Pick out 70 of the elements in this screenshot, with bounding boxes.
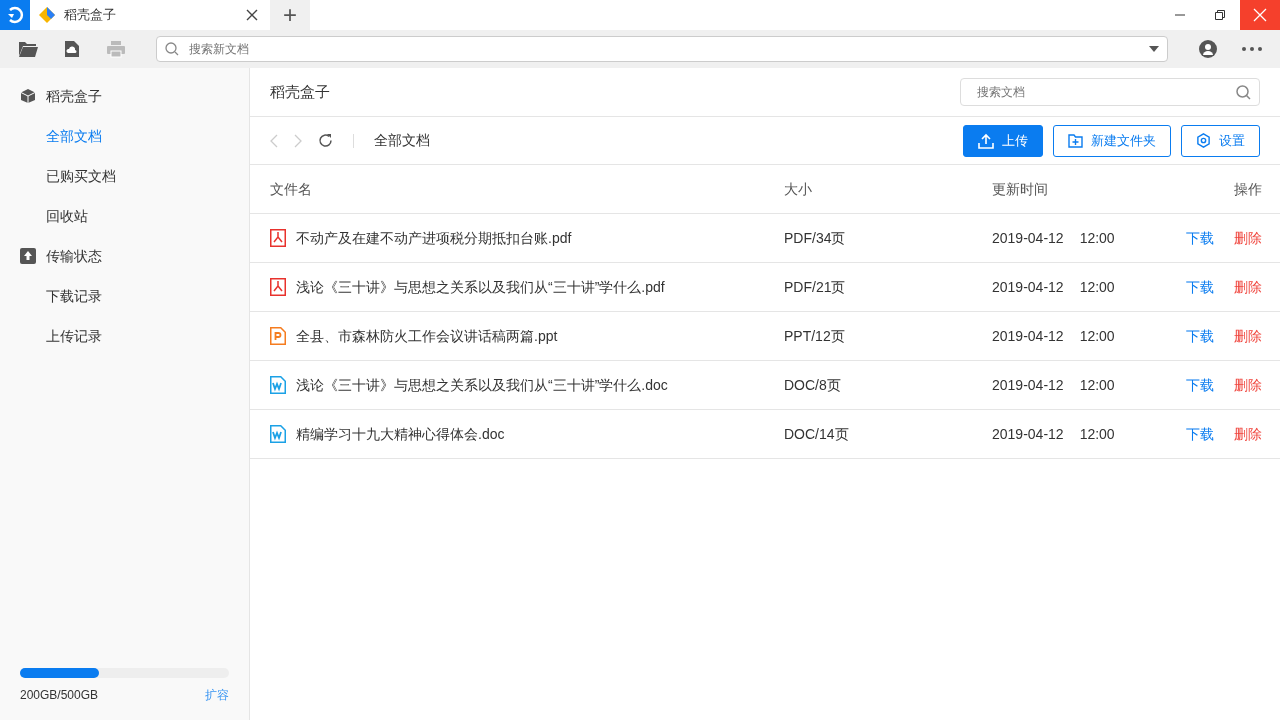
- expand-storage-link[interactable]: 扩容: [205, 686, 229, 704]
- word-file-icon: [270, 425, 286, 443]
- sidebar-group-title: 传输状态: [46, 246, 102, 266]
- sidebar-item[interactable]: 下载记录: [0, 276, 249, 316]
- dropdown-caret-icon[interactable]: [1149, 46, 1159, 52]
- update-date: 2019-04-12: [992, 326, 1064, 346]
- delete-link[interactable]: 删除: [1234, 276, 1262, 298]
- download-link[interactable]: 下载: [1186, 423, 1214, 445]
- column-header: 操作: [1234, 179, 1262, 199]
- upload-icon: [978, 132, 994, 149]
- tab-title: 稻壳盒子: [64, 6, 117, 25]
- delete-link[interactable]: 删除: [1234, 325, 1262, 347]
- file-name[interactable]: 不动产及在建不动产进项税分期抵扣台账.pdf: [296, 227, 572, 249]
- new-tab-button[interactable]: +: [270, 0, 310, 30]
- update-date: 2019-04-12: [992, 228, 1064, 248]
- update-date: 2019-04-12: [992, 277, 1064, 297]
- update-date: 2019-04-12: [992, 375, 1064, 395]
- file-size: PPT/12页: [784, 327, 845, 344]
- refresh-icon[interactable]: [318, 133, 333, 148]
- settings-button[interactable]: 设置: [1181, 124, 1260, 157]
- update-time: 12:00: [1079, 228, 1115, 248]
- column-header: 更新时间: [992, 180, 1048, 197]
- delete-link[interactable]: 删除: [1234, 423, 1262, 445]
- settings-icon: [1196, 133, 1211, 148]
- app-logo-icon[interactable]: [0, 0, 30, 30]
- folder-button[interactable]: 新建文件夹: [1053, 124, 1171, 157]
- file-name[interactable]: 精编学习十九大精神心得体会.doc: [296, 423, 505, 445]
- delete-link[interactable]: 删除: [1234, 227, 1262, 249]
- pdf-file-icon: [270, 278, 286, 296]
- column-header: 大小: [784, 180, 812, 197]
- file-name[interactable]: 浅论《三十讲》与思想之关系以及我们从“三十讲”学什么.pdf: [296, 276, 665, 298]
- download-link[interactable]: 下载: [1186, 374, 1214, 396]
- search-input[interactable]: 搜索文档: [975, 82, 1236, 102]
- upload-button[interactable]: 上传: [963, 124, 1043, 157]
- pdf-file-icon: [270, 229, 286, 247]
- file-size: PDF/34页: [784, 229, 846, 246]
- update-date: 2019-04-12: [992, 424, 1064, 444]
- file-size: DOC/14页: [784, 425, 849, 442]
- sidebar-group-title: 稻壳盒子: [46, 86, 102, 106]
- sidebar-item[interactable]: 回收站: [0, 196, 249, 236]
- search-icon: [165, 42, 179, 56]
- download-link[interactable]: 下载: [1186, 227, 1214, 249]
- download-link[interactable]: 下载: [1186, 325, 1214, 347]
- ppt-file-icon: [270, 327, 286, 345]
- search-icon: [1236, 84, 1251, 100]
- page-title: 稻壳盒子: [270, 81, 330, 102]
- delete-link[interactable]: 删除: [1234, 374, 1262, 396]
- storage-usage: 200GB/500GB: [20, 687, 99, 704]
- sidebar-item[interactable]: 已购买文档: [0, 156, 249, 196]
- update-time: 12:00: [1079, 277, 1115, 297]
- document-tab[interactable]: 稻壳盒子: [30, 0, 270, 30]
- search-field[interactable]: 搜索新文档: [156, 36, 1168, 62]
- document-search-field[interactable]: 搜索文档: [960, 78, 1260, 106]
- file-name[interactable]: 浅论《三十讲》与思想之关系以及我们从“三十讲”学什么.doc: [296, 374, 668, 396]
- sidebar-item[interactable]: 全部文档: [0, 116, 249, 156]
- upload-box-icon: [20, 248, 36, 264]
- diamond-logo-icon: [38, 6, 56, 24]
- column-header: 文件名: [270, 179, 312, 199]
- word-file-icon: [270, 376, 286, 394]
- breadcrumb: 全部文档: [374, 131, 431, 150]
- file-size: PDF/21页: [784, 278, 846, 295]
- cube-icon: [20, 88, 36, 104]
- sidebar-item[interactable]: 上传记录: [0, 316, 249, 356]
- update-time: 12:00: [1079, 424, 1115, 444]
- update-time: 12:00: [1079, 326, 1115, 346]
- new-folder-icon: [1068, 133, 1083, 148]
- update-time: 12:00: [1079, 375, 1115, 395]
- file-name[interactable]: 全县、市森林防火工作会议讲话稿两篇.ppt: [296, 325, 558, 347]
- file-size: DOC/8页: [784, 376, 841, 393]
- download-link[interactable]: 下载: [1186, 276, 1214, 298]
